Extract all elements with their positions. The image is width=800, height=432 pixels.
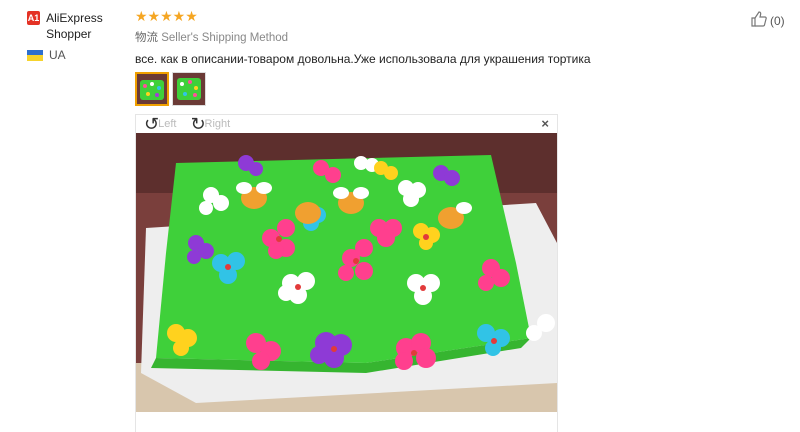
star-rating: ★★★★★ [135,8,198,24]
shipping-method-text: Seller's Shipping Method [161,32,289,44]
rotate-right-label: Right [204,118,231,130]
review-text: все. как в описании-товаром довольна.Уже… [135,52,591,66]
cake-photo-image [136,133,557,412]
reviewer-name: AliExpress Shopper [46,11,103,41]
photo-viewer-toolbar: ↺ Left ↻ Right × [136,115,557,133]
photo-viewer: ↺ Left ↻ Right × [135,114,558,432]
reviewer-country: UA [49,48,66,62]
shipping-method: 物流 Seller's Shipping Method [135,29,775,45]
review-photo-thumbnail-2[interactable] [172,72,206,106]
review-photo-thumbnails [135,72,775,106]
review-photo-thumbnail-1[interactable] [135,72,169,106]
helpful-count: (0) [770,13,785,28]
rotate-right-icon: ↻ [190,114,206,134]
rotate-left-button[interactable]: ↺ Left [144,114,177,134]
member-level-badge: A1 [27,11,41,25]
thumbs-up-icon [750,10,768,31]
reviewer-info: A1 AliExpress Shopper UA [27,10,127,62]
review-photo [136,133,557,412]
rotate-left-label: Left [158,118,177,130]
rotate-left-icon: ↺ [144,114,160,134]
close-viewer-button[interactable]: × [541,116,549,131]
rotate-right-button[interactable]: ↻ Right [190,114,231,134]
reviewer-name-row: A1 AliExpress Shopper [27,10,127,42]
ukraine-flag-icon [27,49,43,61]
reviewer-country-row: UA [27,48,127,62]
review-content: ★★★★★ 物流 Seller's Shipping Method все. к… [135,8,775,106]
helpful-button[interactable]: (0) [750,10,785,31]
shipping-label: 物流 [135,32,158,44]
